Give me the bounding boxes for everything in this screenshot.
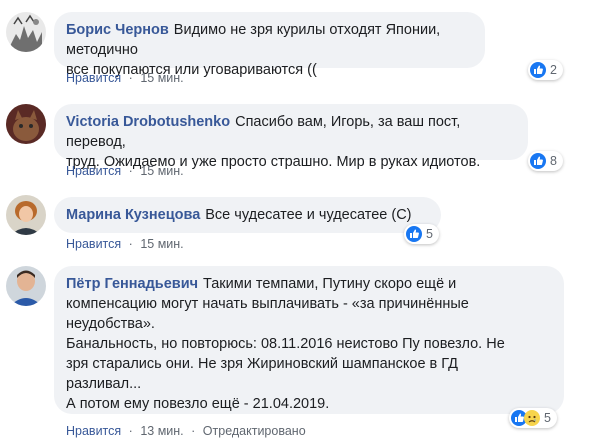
comment-bubble: Борис Чернов Видимо не зря курилы отходят… [54, 12, 485, 78]
avatar[interactable] [6, 12, 46, 52]
comment-actions: Нравится · 15 мин. [66, 71, 184, 85]
timestamp[interactable]: 15 мин. [140, 164, 183, 178]
timestamp[interactable]: 15 мин. [140, 237, 183, 251]
like-icon [530, 153, 546, 169]
separator: · [128, 237, 133, 251]
timestamp[interactable]: 13 мин. [140, 424, 183, 438]
comment-actions: Нравится · 13 мин. · Отредактировано [66, 424, 306, 438]
reaction-count: 5 [426, 227, 433, 241]
separator: · [128, 424, 133, 438]
like-button[interactable]: Нравится [66, 237, 121, 251]
separator: · [191, 424, 196, 438]
timestamp[interactable]: 15 мин. [140, 71, 183, 85]
like-button[interactable]: Нравится [66, 164, 121, 178]
like-button[interactable]: Нравится [66, 424, 121, 438]
like-button[interactable]: Нравится [66, 71, 121, 85]
comment-author[interactable]: Victoria Drobotushenko [66, 114, 230, 130]
edited-label[interactable]: Отредактировано [203, 424, 306, 438]
comment-bubble: Victoria Drobotushenko Спасибо вам, Игорь… [54, 104, 528, 170]
comment-actions: Нравится · 15 мин. [66, 164, 184, 178]
reaction-summary[interactable]: 5 [404, 224, 439, 244]
separator: · [128, 71, 133, 85]
reaction-summary[interactable]: 8 [528, 151, 563, 171]
comment-bubble: Пётр Геннадьевич Такими темпами, Путину с… [54, 266, 564, 414]
reaction-count: 8 [550, 154, 557, 168]
reaction-summary[interactable]: 5 [509, 408, 557, 428]
like-icon [530, 62, 546, 78]
like-icon [406, 226, 422, 242]
avatar[interactable] [6, 195, 46, 235]
comment-bubble: Марина Кузнецова Все чудесатее и чудесате… [54, 197, 441, 233]
reaction-summary[interactable]: 2 [528, 60, 563, 80]
comment-author[interactable]: Пётр Геннадьевич [66, 276, 198, 292]
comment-author[interactable]: Марина Кузнецова [66, 207, 200, 223]
separator: · [128, 164, 133, 178]
comment-author[interactable]: Борис Чернов [66, 22, 169, 38]
comment-actions: Нравится · 15 мин. [66, 237, 184, 251]
comment-text: Все чудесатее и чудесатее (С) [205, 207, 412, 223]
avatar[interactable] [6, 104, 46, 144]
reaction-count: 5 [544, 411, 551, 425]
reaction-count: 2 [550, 63, 557, 77]
comment-text: Такими темпами, Путину скоро ещё и компе… [66, 276, 505, 412]
avatar[interactable] [6, 266, 46, 306]
sad-icon [524, 410, 540, 426]
